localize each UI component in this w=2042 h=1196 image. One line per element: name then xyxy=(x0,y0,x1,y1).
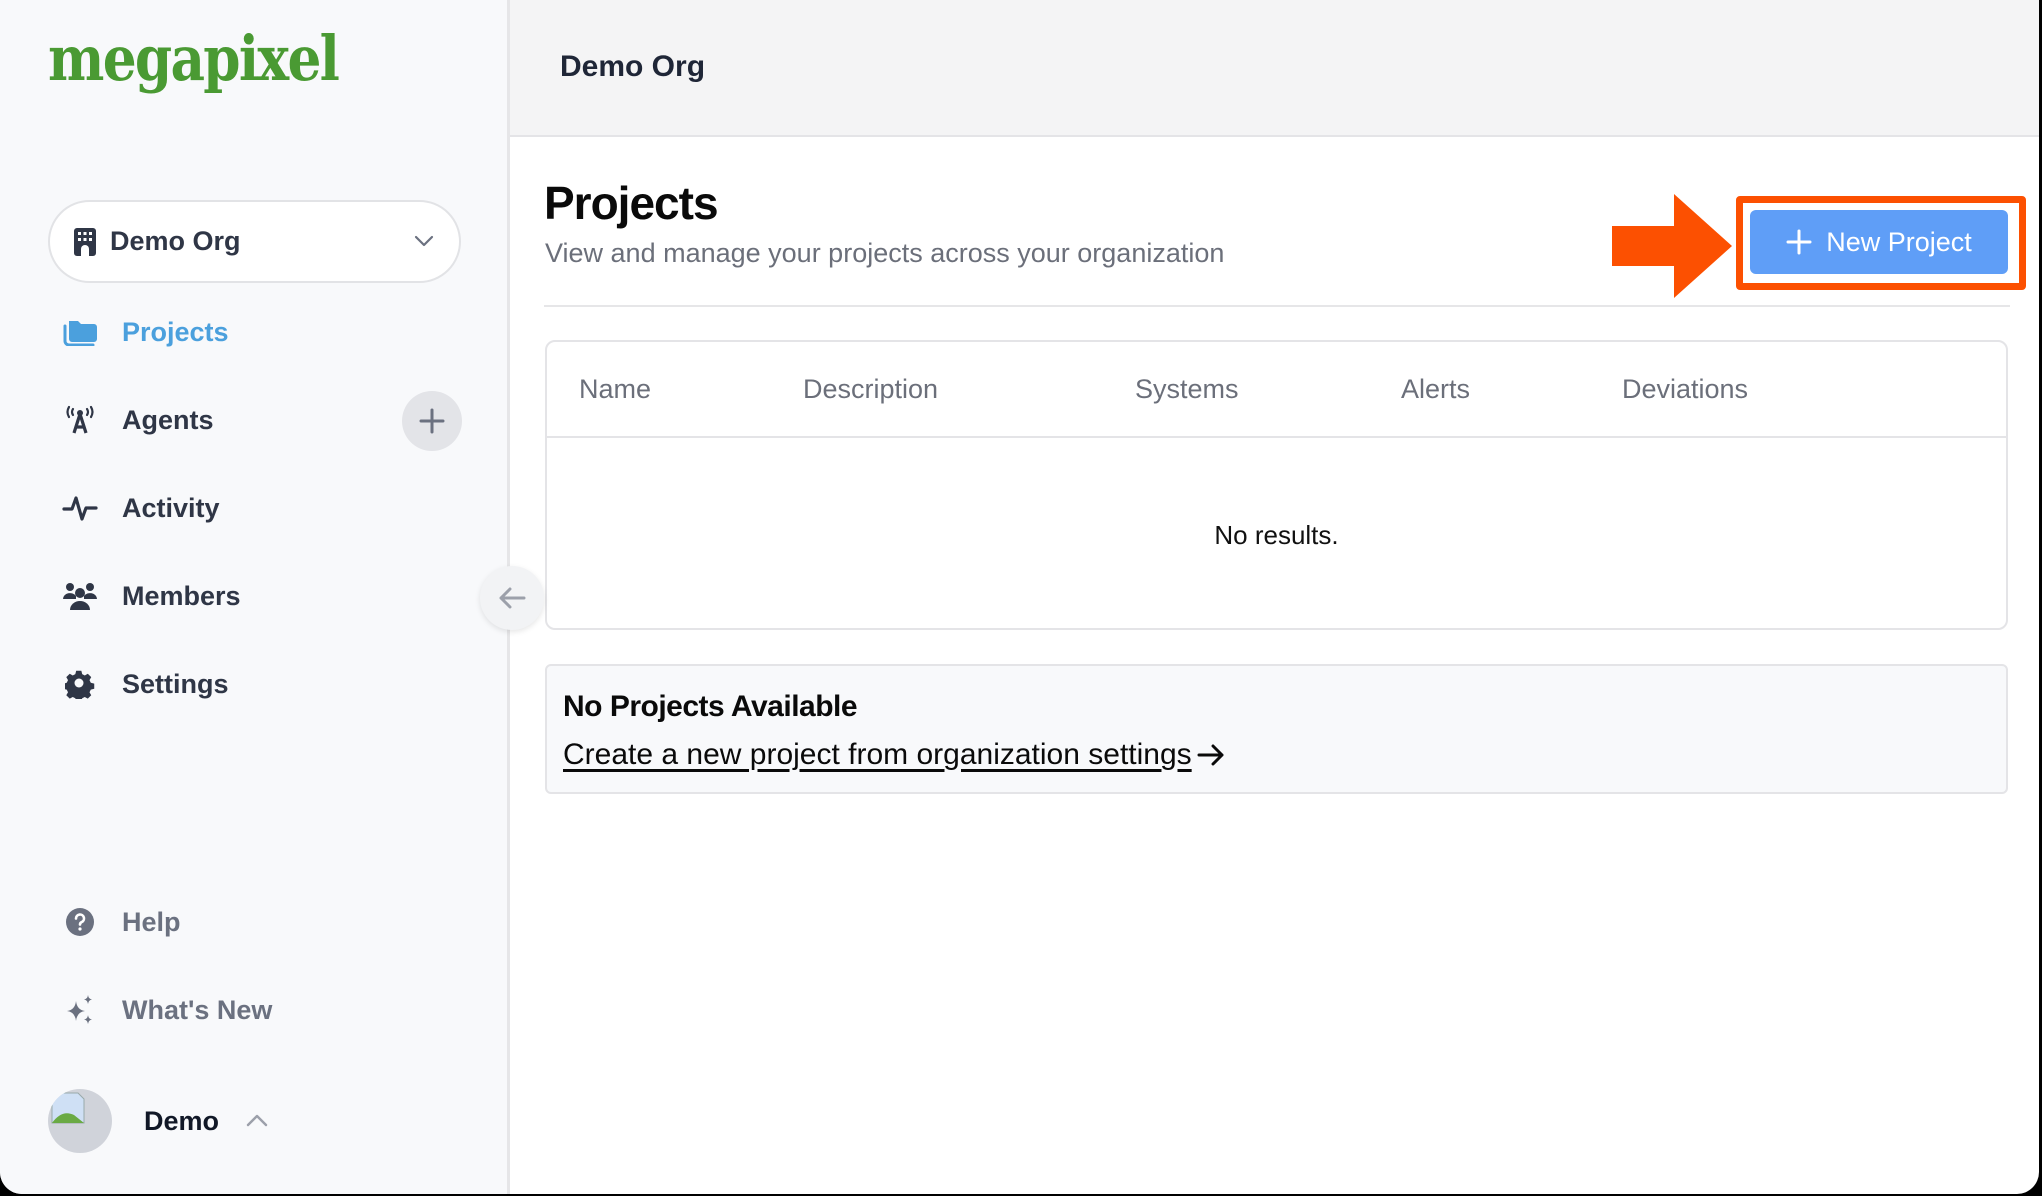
annotation-arrow-icon xyxy=(1612,194,1732,298)
sidebar-item-agents[interactable]: Agents xyxy=(62,392,214,448)
users-icon xyxy=(62,578,98,614)
sidebar-item-settings[interactable]: Settings xyxy=(62,656,229,712)
folder-icon xyxy=(62,314,98,350)
avatar xyxy=(48,1089,112,1153)
header-title: Demo Org xyxy=(560,50,706,83)
sidebar-item-label: Projects xyxy=(122,316,229,347)
sidebar-item-projects[interactable]: Projects xyxy=(62,304,229,360)
building-icon xyxy=(74,227,96,256)
app-window: megapixel Demo Org Projects Agents Activ… xyxy=(0,0,2039,1194)
column-header-systems[interactable]: Systems xyxy=(1135,374,1239,405)
user-name: Demo xyxy=(144,1105,220,1136)
sparkles-icon xyxy=(62,992,98,1028)
sidebar-item-help[interactable]: Help xyxy=(62,894,181,950)
arrow-left-icon xyxy=(499,587,526,609)
chevron-down-icon xyxy=(414,235,434,247)
antenna-icon xyxy=(62,402,98,438)
arrow-right-icon xyxy=(1197,744,1224,766)
help-circle-icon xyxy=(62,904,98,940)
table-header: Name Description Systems Alerts Deviatio… xyxy=(547,342,2006,438)
projects-table: Name Description Systems Alerts Deviatio… xyxy=(545,340,2008,630)
page-title: Projects xyxy=(544,177,719,229)
activity-icon xyxy=(62,490,98,526)
logo[interactable]: megapixel xyxy=(48,22,340,95)
sidebar-item-whats-new[interactable]: What's New xyxy=(62,982,272,1038)
sidebar-item-activity[interactable]: Activity xyxy=(62,480,220,536)
collapse-sidebar-button[interactable] xyxy=(480,566,544,630)
chevron-up-icon xyxy=(246,1114,268,1127)
sidebar-item-label: Settings xyxy=(122,668,229,699)
plus-icon xyxy=(419,408,445,434)
no-projects-notice: No Projects Available Create a new proje… xyxy=(545,664,2008,794)
sidebar: megapixel Demo Org Projects Agents Activ… xyxy=(0,0,510,1194)
sidebar-item-label: Help xyxy=(122,906,181,937)
user-menu[interactable]: Demo xyxy=(48,1089,269,1153)
new-project-button[interactable]: New Project xyxy=(1750,210,2008,274)
divider xyxy=(544,305,2010,307)
column-header-name[interactable]: Name xyxy=(579,374,651,405)
sidebar-item-label: Members xyxy=(122,580,241,611)
sidebar-item-members[interactable]: Members xyxy=(62,568,241,624)
sidebar-item-label: Agents xyxy=(122,404,214,435)
top-header: Demo Org xyxy=(510,0,2039,137)
org-selector[interactable]: Demo Org xyxy=(48,200,461,283)
column-header-deviations[interactable]: Deviations xyxy=(1622,374,1748,405)
new-project-label: New Project xyxy=(1826,226,1972,257)
link-text: Create a new project from organization s… xyxy=(563,738,1192,771)
sidebar-item-label: Activity xyxy=(122,492,220,523)
page-subtitle: View and manage your projects across you… xyxy=(545,238,1225,268)
column-header-description[interactable]: Description xyxy=(803,374,938,405)
gear-icon xyxy=(62,666,98,702)
org-name: Demo Org xyxy=(110,226,241,256)
add-agent-button[interactable] xyxy=(402,391,462,451)
table-empty-state: No results. xyxy=(1214,520,1339,550)
plus-icon xyxy=(1786,229,1812,255)
notice-title: No Projects Available xyxy=(563,690,858,723)
sidebar-item-label: What's New xyxy=(122,994,273,1025)
column-header-alerts[interactable]: Alerts xyxy=(1401,374,1470,405)
broken-image-icon xyxy=(51,1092,85,1124)
create-project-link[interactable]: Create a new project from organization s… xyxy=(563,738,1226,772)
